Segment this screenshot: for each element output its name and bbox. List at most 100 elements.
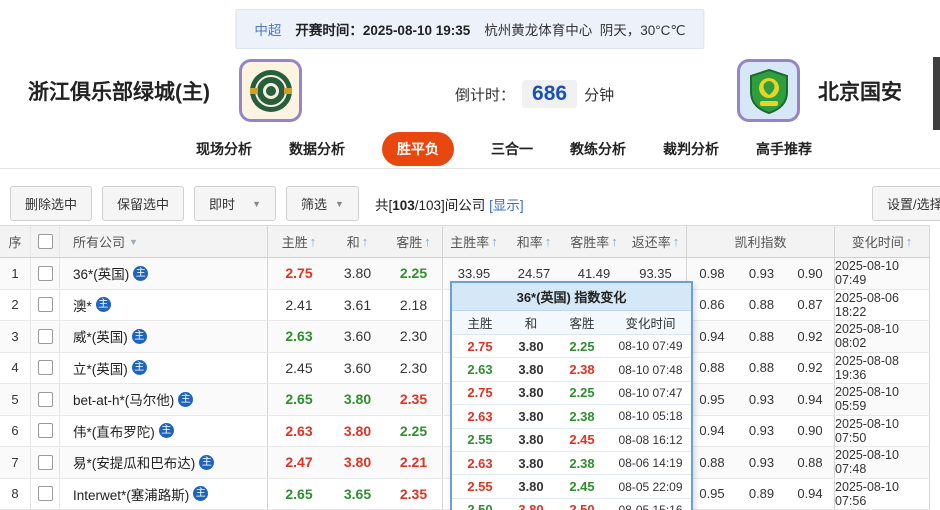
change-time-cell: 2025-08-08 19:36 xyxy=(835,352,930,383)
tab-expert-picks[interactable]: 高手推荐 xyxy=(756,139,812,159)
show-link[interactable]: [显示] xyxy=(489,198,524,213)
col-away-odds[interactable]: 客胜 ↑ xyxy=(385,226,443,257)
kelly-home-cell: 0.88 xyxy=(699,360,725,376)
popup-change-time: 08-06 14:19 xyxy=(618,456,683,471)
home-odds-cell: 2.65 xyxy=(285,391,313,408)
seq-cell: 4 xyxy=(0,352,31,383)
home-odds-cell: 2.47 xyxy=(285,454,313,471)
filter-dropdown[interactable]: 筛选 ▼ xyxy=(286,186,359,221)
row-checkbox[interactable] xyxy=(37,328,53,344)
popup-change-time: 08-08 16:12 xyxy=(618,432,683,447)
kelly-home-cell: 0.95 xyxy=(699,391,725,407)
company-cell[interactable]: Interwet*(塞浦路斯) 主 xyxy=(60,478,268,509)
away-odds-cell: 2.30 xyxy=(385,352,443,383)
kelly-draw-cell: 0.88 xyxy=(748,297,775,313)
scrollbar[interactable] xyxy=(933,57,940,130)
col-home-odds[interactable]: 主胜 ↑ xyxy=(268,226,330,257)
chevron-down-icon: ▼ xyxy=(335,198,344,209)
row-checkbox[interactable] xyxy=(37,297,53,313)
col-company[interactable]: 所有公司 ▼ xyxy=(60,226,268,257)
tab-three-in-one[interactable]: 三合一 xyxy=(491,139,533,159)
seq-cell: 6 xyxy=(0,415,31,446)
popup-home-odds: 2.50 xyxy=(467,502,493,510)
company-cell[interactable]: 威*(英国) 主 xyxy=(60,321,268,352)
settings-select-button[interactable]: 设置/选择 xyxy=(872,186,940,221)
company-cell[interactable]: 澳* 主 xyxy=(60,289,268,320)
delete-selected-button[interactable]: 删除选中 xyxy=(10,186,93,221)
company-name: 36*(英国) xyxy=(73,267,130,283)
popup-away-odds: 2.25 xyxy=(569,385,595,401)
col-draw-odds[interactable]: 和 ↑ xyxy=(330,226,385,257)
countdown-unit: 分钟 xyxy=(584,86,615,104)
company-name: 易*(安提瓜和巴布达) xyxy=(73,456,196,472)
popup-change-time: 08-05 22:09 xyxy=(618,479,683,494)
league-label[interactable]: 中超 xyxy=(254,19,281,39)
draw-odds-cell: 3.61 xyxy=(343,296,372,313)
popup-row: 2.55 3.80 2.45 08-05 22:09 xyxy=(452,475,691,499)
company-cell[interactable]: 易*(安提瓜和巴布达) 主 xyxy=(60,447,268,478)
checkbox-cell xyxy=(31,289,60,320)
change-time-cell: 2025-08-06 18:22 xyxy=(835,289,930,320)
checkbox-cell xyxy=(31,258,60,289)
col-return-rate[interactable]: 返还率 ↑ xyxy=(625,226,687,257)
company-cell[interactable]: 36*(英国) 主 xyxy=(60,258,268,289)
company-cell[interactable]: 立*(英国) 主 xyxy=(60,352,268,383)
sort-asc-icon: ↑ xyxy=(672,234,680,249)
popup-change-time: 08-05 15:16 xyxy=(618,502,683,510)
row-checkbox[interactable] xyxy=(37,454,53,470)
popup-away-odds: 2.38 xyxy=(569,362,595,378)
toolbar: 删除选中 保留选中 即时 ▼ 筛选 ▼ 共[103/103]间公司 [显示] xyxy=(10,186,524,221)
tab-win-draw-lose[interactable]: 胜平负 xyxy=(382,132,454,166)
change-time-cell: 2025-08-10 07:49 xyxy=(835,258,930,289)
col-home-rate[interactable]: 主胜率 ↑ xyxy=(443,226,505,257)
select-all-checkbox[interactable] xyxy=(37,234,53,249)
home-odds-cell: 2.65 xyxy=(285,485,313,502)
kelly-draw-cell: 0.88 xyxy=(748,360,775,376)
kelly-home-cell: 0.94 xyxy=(699,328,725,344)
row-checkbox[interactable] xyxy=(37,265,53,281)
select-all-checkbox-cell xyxy=(31,226,60,257)
seq-cell: 1 xyxy=(0,258,31,289)
home-team-logo xyxy=(239,59,302,122)
away-odds-cell: 2.35 xyxy=(385,478,443,509)
kelly-draw-cell: 0.93 xyxy=(748,454,775,470)
kelly-away-cell: 0.92 xyxy=(786,352,835,383)
instant-dropdown[interactable]: 即时 ▼ xyxy=(194,186,277,221)
row-checkbox[interactable] xyxy=(37,360,53,376)
keep-selected-button[interactable]: 保留选中 xyxy=(102,186,185,221)
sort-asc-icon: ↑ xyxy=(905,234,913,249)
draw-odds-cell: 3.80 xyxy=(343,391,372,408)
popup-row: 2.75 3.80 2.25 08-10 07:47 xyxy=(452,382,691,406)
company-cell[interactable]: bet-at-h*(马尔他) 主 xyxy=(60,384,268,415)
seq-cell: 2 xyxy=(0,289,31,320)
home-badge-icon: 主 xyxy=(95,297,111,313)
home-badge-icon: 主 xyxy=(133,265,149,281)
company-cell[interactable]: 伟*(直布罗陀) 主 xyxy=(60,415,268,446)
popup-draw-odds: 3.80 xyxy=(518,479,544,495)
home-odds-cell: 2.63 xyxy=(285,328,313,345)
col-draw-rate[interactable]: 和率 ↑ xyxy=(505,226,563,257)
away-odds-cell: 2.25 xyxy=(385,415,443,446)
row-checkbox[interactable] xyxy=(37,423,53,439)
kelly-away-cell: 0.94 xyxy=(786,478,835,509)
kelly-home-cell: 0.95 xyxy=(699,486,725,502)
popup-row: 2.63 3.80 2.38 08-10 05:18 xyxy=(452,405,691,429)
tab-live-analysis[interactable]: 现场分析 xyxy=(196,139,252,159)
row-checkbox[interactable] xyxy=(37,486,53,502)
checkbox-cell xyxy=(31,415,60,446)
popup-away-odds: 2.38 xyxy=(569,455,595,471)
col-kelly: 凯利指数 xyxy=(687,226,835,257)
checkbox-cell xyxy=(31,447,60,478)
tab-coach-analysis[interactable]: 教练分析 xyxy=(570,139,626,159)
sort-asc-icon: ↑ xyxy=(491,234,498,249)
checkbox-cell xyxy=(31,478,60,509)
change-time-cell: 2025-08-10 05:59 xyxy=(835,384,930,415)
tab-bar: 现场分析 数据分析 胜平负 三合一 教练分析 裁判分析 高手推荐 xyxy=(0,130,940,169)
row-checkbox[interactable] xyxy=(37,391,53,407)
col-change-time[interactable]: 变化时间 ↑ xyxy=(835,226,930,257)
col-away-rate[interactable]: 客胜率 ↑ xyxy=(563,226,625,257)
tab-data-analysis[interactable]: 数据分析 xyxy=(289,139,345,159)
popup-home-odds: 2.55 xyxy=(467,479,493,495)
tab-referee-analysis[interactable]: 裁判分析 xyxy=(663,139,719,159)
seq-cell: 3 xyxy=(0,321,31,352)
